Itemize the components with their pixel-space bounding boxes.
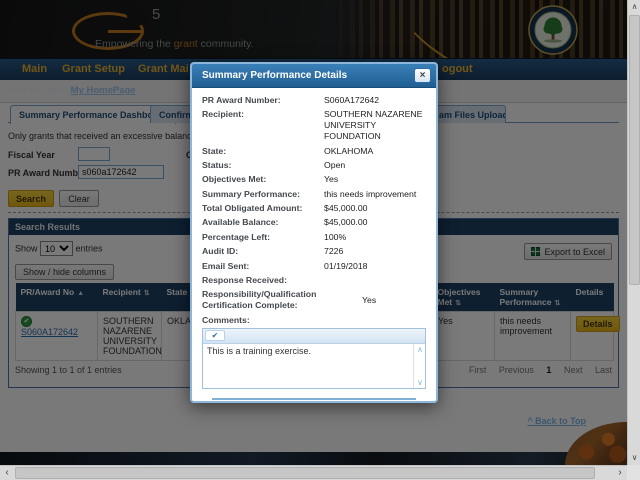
field-label: Percentage Left: — [202, 231, 271, 242]
comments-textarea[interactable]: This is a training exercise. — [203, 343, 425, 388]
field-label: Available Balance: — [202, 217, 279, 228]
field-value: this needs improvement — [324, 188, 417, 199]
field-value — [324, 275, 426, 286]
vertical-scroll-thumb[interactable] — [629, 15, 640, 285]
field-label: Total Obligated Amount: — [202, 203, 303, 213]
field-value: Yes — [362, 294, 377, 305]
scroll-down-icon[interactable]: ∨ — [414, 378, 426, 387]
field-value: OKLAHOMA — [324, 145, 374, 156]
field-value: $45,000.00 — [324, 217, 368, 228]
scroll-down-icon[interactable]: ∨ — [628, 451, 640, 465]
field-label: Status: — [202, 159, 232, 170]
field-value: S060A172642 — [324, 95, 380, 105]
field-value: $45,000.00 — [324, 203, 368, 213]
textarea-scrollbar[interactable]: ∧ ∨ — [413, 343, 426, 388]
field-label: Recipient: — [202, 109, 244, 120]
scroll-right-icon[interactable]: › — [613, 466, 627, 480]
field-label: Audit ID: — [202, 246, 239, 257]
field-value: Yes — [324, 174, 339, 185]
editor-toolbar: ✔ — [203, 328, 425, 344]
spellcheck-icon[interactable]: ✔ — [205, 330, 225, 341]
scroll-up-icon[interactable]: ∧ — [628, 0, 640, 14]
field-value: SOUTHERN NAZARENE UNIVERSITY FOUNDATION — [324, 109, 423, 142]
close-icon[interactable]: × — [414, 68, 431, 83]
vertical-scrollbar[interactable]: ∧ ∨ — [627, 0, 640, 465]
g5-application-window: 5 Empowering the grant community. Main G… — [0, 0, 640, 480]
field-value: 7226 — [324, 246, 344, 257]
field-label: Objectives Met: — [202, 174, 267, 185]
field-value: Open — [324, 159, 346, 170]
comments-editor: ✔ This is a training exercise. ∧ ∨ — [202, 327, 426, 389]
scroll-up-icon[interactable]: ∧ — [414, 345, 426, 354]
field-label: Summary Performance: — [202, 188, 301, 199]
dialog-body: PR Award Number: S060A172642 Recipient: SO… — [192, 88, 436, 402]
field-label: Responsibility/Qualification Certificati… — [202, 289, 317, 311]
field-label: Email Sent: — [202, 260, 250, 271]
dialog-actions: Save Cancel — [202, 400, 426, 402]
summary-performance-details-dialog: Summary Performance Details × PR Award N… — [190, 62, 438, 403]
horizontal-scroll-thumb[interactable] — [15, 467, 595, 479]
field-value: 100% — [324, 231, 347, 242]
horizontal-scrollbar[interactable]: ‹ › — [0, 465, 627, 480]
scroll-left-icon[interactable]: ‹ — [0, 466, 14, 480]
comments-label: Comments: — [202, 314, 250, 325]
field-label: Response Received: — [202, 274, 287, 285]
dialog-title: Summary Performance Details — [202, 70, 348, 81]
dialog-titlebar[interactable]: Summary Performance Details × — [192, 64, 436, 88]
field-label: PR Award Number: — [202, 95, 281, 105]
field-value: 01/19/2018 — [324, 260, 368, 271]
field-label: State: — [202, 145, 227, 156]
scrollbar-corner — [627, 465, 640, 480]
